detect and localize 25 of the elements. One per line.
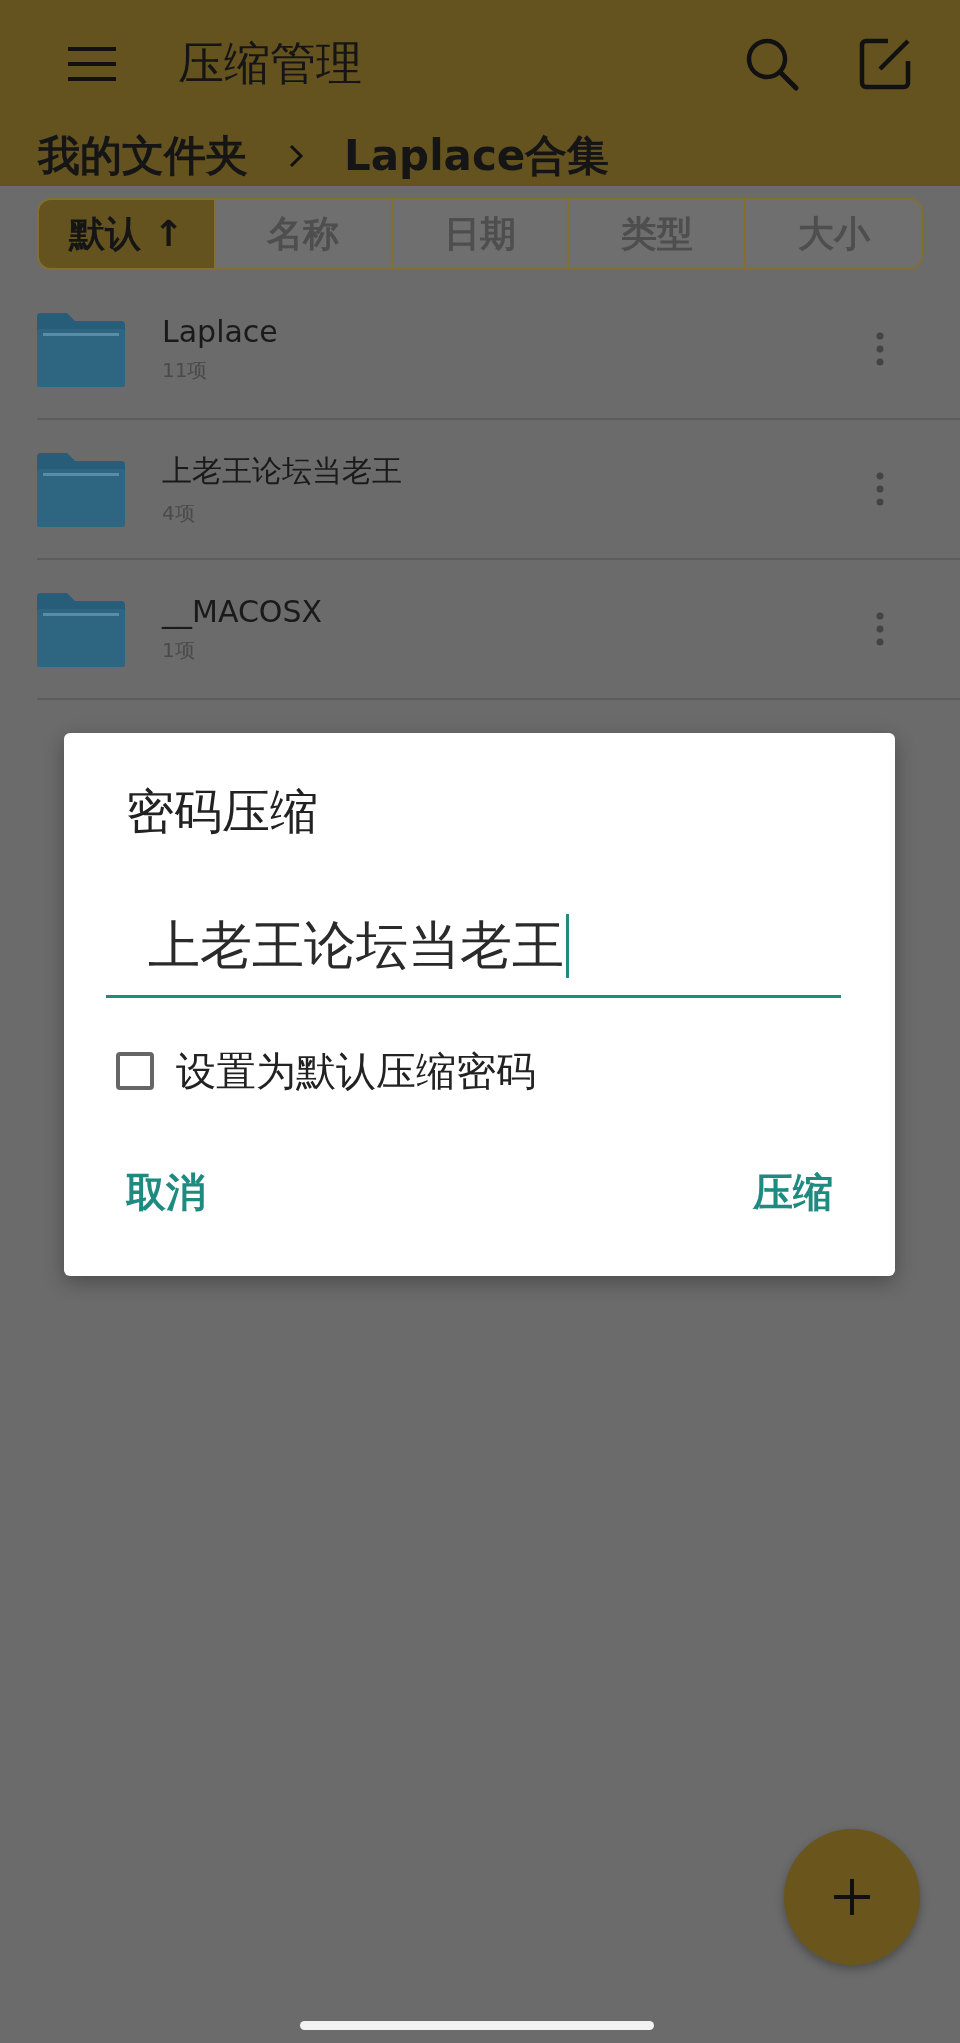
plus-icon	[832, 1877, 872, 1917]
dialog-button[interactable]: 压缩	[753, 1164, 833, 1220]
edit-icon[interactable]	[858, 37, 912, 91]
folder-icon	[37, 451, 125, 527]
folder-name[interactable]: Laplace	[162, 314, 876, 349]
home-indicator[interactable]	[300, 2021, 654, 2030]
more-icon[interactable]	[876, 332, 884, 366]
menu-icon[interactable]	[66, 44, 118, 84]
folder-name[interactable]: 上老王论坛当老王	[162, 451, 876, 492]
app-title: 压缩管理	[178, 35, 362, 92]
checkbox-label: 设置为默认压缩密码	[176, 1046, 536, 1096]
more-icon[interactable]	[876, 472, 884, 506]
more-icon[interactable]	[876, 612, 884, 646]
breadcrumb-item[interactable]: 我的文件夹	[38, 128, 248, 184]
dialog-title: 密码压缩	[126, 783, 319, 841]
checkbox[interactable]	[116, 1052, 154, 1091]
folder-icon	[37, 591, 125, 667]
dialog-button[interactable]: 取消	[126, 1164, 206, 1220]
folder-name[interactable]: __MACOSX	[162, 594, 876, 629]
search-icon[interactable]	[744, 36, 800, 92]
folder-icon	[37, 311, 125, 387]
breadcrumb-item[interactable]: Laplace合集	[344, 128, 610, 184]
chevron-right-icon	[288, 143, 304, 169]
password-field[interactable]: 上老王论坛当老王	[106, 910, 841, 998]
sort-tab[interactable]: 默认 ↑	[39, 200, 214, 268]
